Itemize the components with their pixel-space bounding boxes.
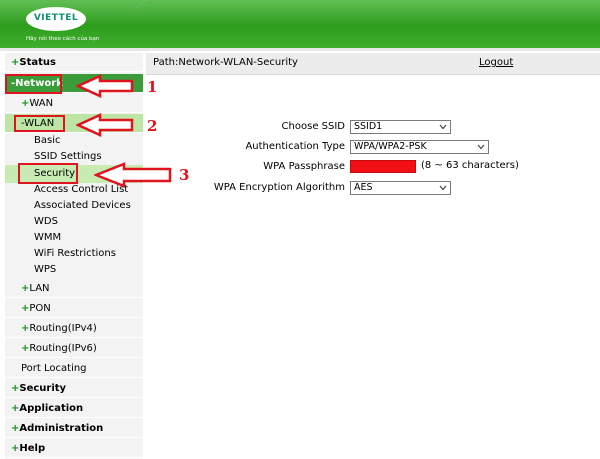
- sidebar-item-application[interactable]: +Application: [5, 399, 143, 418]
- sidebar-item-label: PON: [29, 303, 51, 314]
- header-divider: [0, 48, 600, 51]
- sidebar-item-status[interactable]: +Status: [5, 53, 143, 72]
- auth-type-select[interactable]: WPA/WPA2-PSK: [350, 140, 489, 154]
- passphrase-hint: (8 ~ 63 characters): [421, 160, 519, 171]
- arrow-left-icon: [76, 113, 134, 137]
- highlight-box-network: [5, 74, 62, 94]
- sidebar-item-label: WAN: [29, 98, 54, 109]
- sidebar-item-label: Port Locating: [21, 363, 87, 374]
- sidebar-item-security-main[interactable]: +Security: [5, 379, 143, 398]
- choose-ssid-label: Choose SSID: [281, 121, 345, 132]
- encryption-label: WPA Encryption Algorithm: [213, 182, 345, 193]
- sidebar-subitem-wifi-restrictions[interactable]: WiFi Restrictions: [5, 246, 143, 262]
- sidebar-item-lan[interactable]: +LAN: [5, 279, 143, 298]
- step-number-1: 1: [147, 78, 158, 96]
- logout-link[interactable]: Logout: [479, 57, 513, 68]
- choose-ssid-select[interactable]: SSID1: [350, 120, 451, 134]
- select-value: WPA/WPA2-PSK: [354, 141, 427, 152]
- encryption-select[interactable]: AES: [350, 181, 451, 195]
- passphrase-input-redacted[interactable]: [350, 160, 416, 173]
- passphrase-label: WPA Passphrase: [263, 161, 345, 172]
- header-curve: [130, 0, 600, 48]
- sidebar-item-routing-ipv6[interactable]: +Routing(IPv6): [5, 339, 143, 358]
- sidebar-item-label: Routing(IPv4): [29, 323, 97, 334]
- logo-text: VIETTEL: [33, 13, 79, 23]
- select-value: SSID1: [354, 121, 383, 132]
- sidebar-item-label: Help: [19, 443, 46, 454]
- header-banner: VIETTEL Hãy nói theo cách của bạn: [0, 0, 600, 48]
- sidebar-item-pon[interactable]: +PON: [5, 299, 143, 318]
- sidebar-item-administration[interactable]: +Administration: [5, 419, 143, 438]
- sidebar-item-label: Administration: [19, 423, 104, 434]
- breadcrumb: Path:Network-WLAN-Security: [153, 57, 298, 68]
- highlight-box-wlan: [14, 115, 65, 132]
- chevron-down-icon: [477, 144, 485, 150]
- sidebar-subitem-wmm[interactable]: WMM: [5, 230, 143, 246]
- chevron-down-icon: [439, 124, 447, 130]
- sidebar-item-label: Status: [19, 57, 56, 68]
- sidebar-subitem-wds[interactable]: WDS: [5, 214, 143, 230]
- sidebar-subitem-wps[interactable]: WPS: [5, 262, 143, 278]
- arrow-left-icon: [76, 74, 134, 98]
- tagline: Hãy nói theo cách của bạn: [26, 36, 100, 42]
- sidebar-item-help[interactable]: +Help: [5, 439, 143, 458]
- sidebar-item-routing-ipv4[interactable]: +Routing(IPv4): [5, 319, 143, 338]
- highlight-box-security: [18, 163, 78, 184]
- select-value: AES: [354, 182, 373, 193]
- sidebar-item-port-locating[interactable]: Port Locating: [5, 359, 143, 378]
- chevron-down-icon: [439, 185, 447, 191]
- sidebar-item-label: Routing(IPv6): [29, 343, 97, 354]
- path-bar: Path:Network-WLAN-Security Logout: [146, 53, 600, 75]
- viettel-logo: VIETTEL: [26, 7, 86, 31]
- sidebar-subitem-associated-devices[interactable]: Associated Devices: [5, 198, 143, 214]
- sidebar-item-label: LAN: [29, 283, 50, 294]
- auth-type-label: Authentication Type: [245, 141, 345, 152]
- sidebar-item-label: Application: [19, 403, 84, 414]
- sidebar-item-label: Security: [19, 383, 67, 394]
